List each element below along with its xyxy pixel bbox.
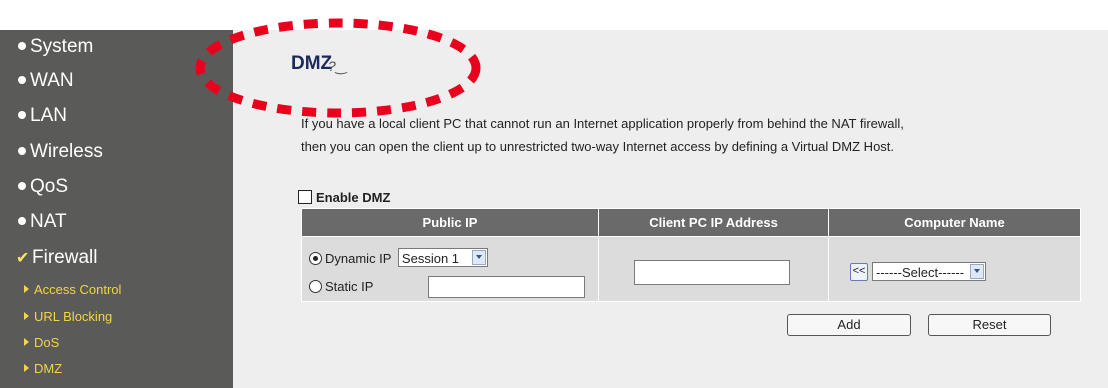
static-ip-label: Static IP xyxy=(325,279,374,294)
sidebar-subitem-label: URL Blocking xyxy=(34,309,113,324)
header-client-ip: Client PC IP Address xyxy=(598,208,829,237)
sidebar-subitem-dmz[interactable]: DMZ xyxy=(24,361,62,377)
main-panel: DMZ ?‿ If you have a local client PC tha… xyxy=(233,30,1108,388)
computer-select-value: ------Select------ xyxy=(876,265,965,280)
header-computer-name: Computer Name xyxy=(828,208,1081,237)
sidebar-item-label: System xyxy=(30,36,94,57)
sidebar-subitem-label: Access Control xyxy=(34,282,122,297)
computer-name-cell: << ------Select------ xyxy=(828,236,1081,302)
static-ip-row: Static IP xyxy=(309,278,373,296)
table-row: Dynamic IP Session 1 Static IP << ------… xyxy=(301,236,1081,302)
arrow-right-icon xyxy=(24,285,29,293)
arrow-right-icon xyxy=(24,312,29,320)
arrow-right-icon xyxy=(24,364,29,372)
computer-select[interactable]: ------Select------ xyxy=(872,262,986,281)
bullet-icon xyxy=(18,182,26,190)
client-ip-input[interactable] xyxy=(634,260,790,285)
enable-dmz-checkbox[interactable] xyxy=(298,190,312,204)
description-line-2: then you can open the client up to unres… xyxy=(301,139,895,154)
sidebar-subitem-label: DMZ xyxy=(34,361,63,376)
table-header-row: Public IP Client PC IP Address Computer … xyxy=(301,208,1081,237)
sidebar-item-label: WAN xyxy=(30,70,74,91)
dynamic-ip-row: Dynamic IP Session 1 xyxy=(309,248,488,268)
enable-dmz-label: Enable DMZ xyxy=(316,190,391,205)
bullet-icon xyxy=(18,76,26,84)
sidebar-subitem-dos[interactable]: DoS xyxy=(24,335,59,351)
sidebar-item-label: LAN xyxy=(30,105,67,126)
static-ip-input[interactable] xyxy=(428,276,585,298)
sidebar-item-wan[interactable]: WAN xyxy=(18,70,74,92)
sidebar-item-firewall[interactable]: ✔ Firewall xyxy=(16,247,97,270)
sidebar-item-nat[interactable]: NAT xyxy=(18,211,67,233)
sidebar: System WAN LAN Wireless QoS NAT ✔ Firewal… xyxy=(0,30,233,388)
description-line-1: If you have a local client PC that canno… xyxy=(301,116,904,131)
static-ip-radio[interactable] xyxy=(309,280,322,293)
copy-to-ip-button[interactable]: << xyxy=(850,263,868,281)
bullet-icon xyxy=(18,111,26,119)
sidebar-item-system[interactable]: System xyxy=(18,36,93,58)
bullet-icon xyxy=(18,147,26,155)
sidebar-subitem-url-blocking[interactable]: URL Blocking xyxy=(24,309,112,325)
sidebar-item-label: Wireless xyxy=(30,141,103,162)
reset-button[interactable]: Reset xyxy=(928,314,1051,336)
dynamic-ip-label: Dynamic IP xyxy=(325,251,392,266)
dmz-table: Public IP Client PC IP Address Computer … xyxy=(301,208,1081,302)
sidebar-subitem-access-control[interactable]: Access Control xyxy=(24,282,121,298)
header-public-ip: Public IP xyxy=(301,208,599,237)
checkmark-icon: ✔ xyxy=(16,250,30,267)
sidebar-item-wireless[interactable]: Wireless xyxy=(18,141,103,163)
help-icon[interactable]: ?‿ xyxy=(328,58,350,76)
sidebar-subitem-label: DoS xyxy=(34,335,60,350)
public-ip-cell: Dynamic IP Session 1 Static IP xyxy=(301,236,599,302)
enable-dmz-row: Enable DMZ xyxy=(298,190,390,205)
dynamic-ip-radio[interactable] xyxy=(309,252,322,265)
sidebar-item-lan[interactable]: LAN xyxy=(18,105,67,127)
sidebar-item-label: NAT xyxy=(30,211,67,232)
client-ip-cell xyxy=(598,236,829,302)
session-select[interactable]: Session 1 xyxy=(397,248,488,267)
add-button[interactable]: Add xyxy=(787,314,911,336)
bullet-icon xyxy=(18,217,26,225)
session-select-value: Session 1 xyxy=(401,251,460,266)
arrow-right-icon xyxy=(24,338,29,346)
sidebar-item-label: QoS xyxy=(30,176,69,197)
bullet-icon xyxy=(18,42,26,50)
chevron-down-icon xyxy=(970,264,984,279)
chevron-down-icon xyxy=(471,250,486,265)
sidebar-item-qos[interactable]: QoS xyxy=(18,176,68,198)
sidebar-item-label: Firewall xyxy=(32,247,98,268)
page-title: DMZ xyxy=(291,53,333,74)
